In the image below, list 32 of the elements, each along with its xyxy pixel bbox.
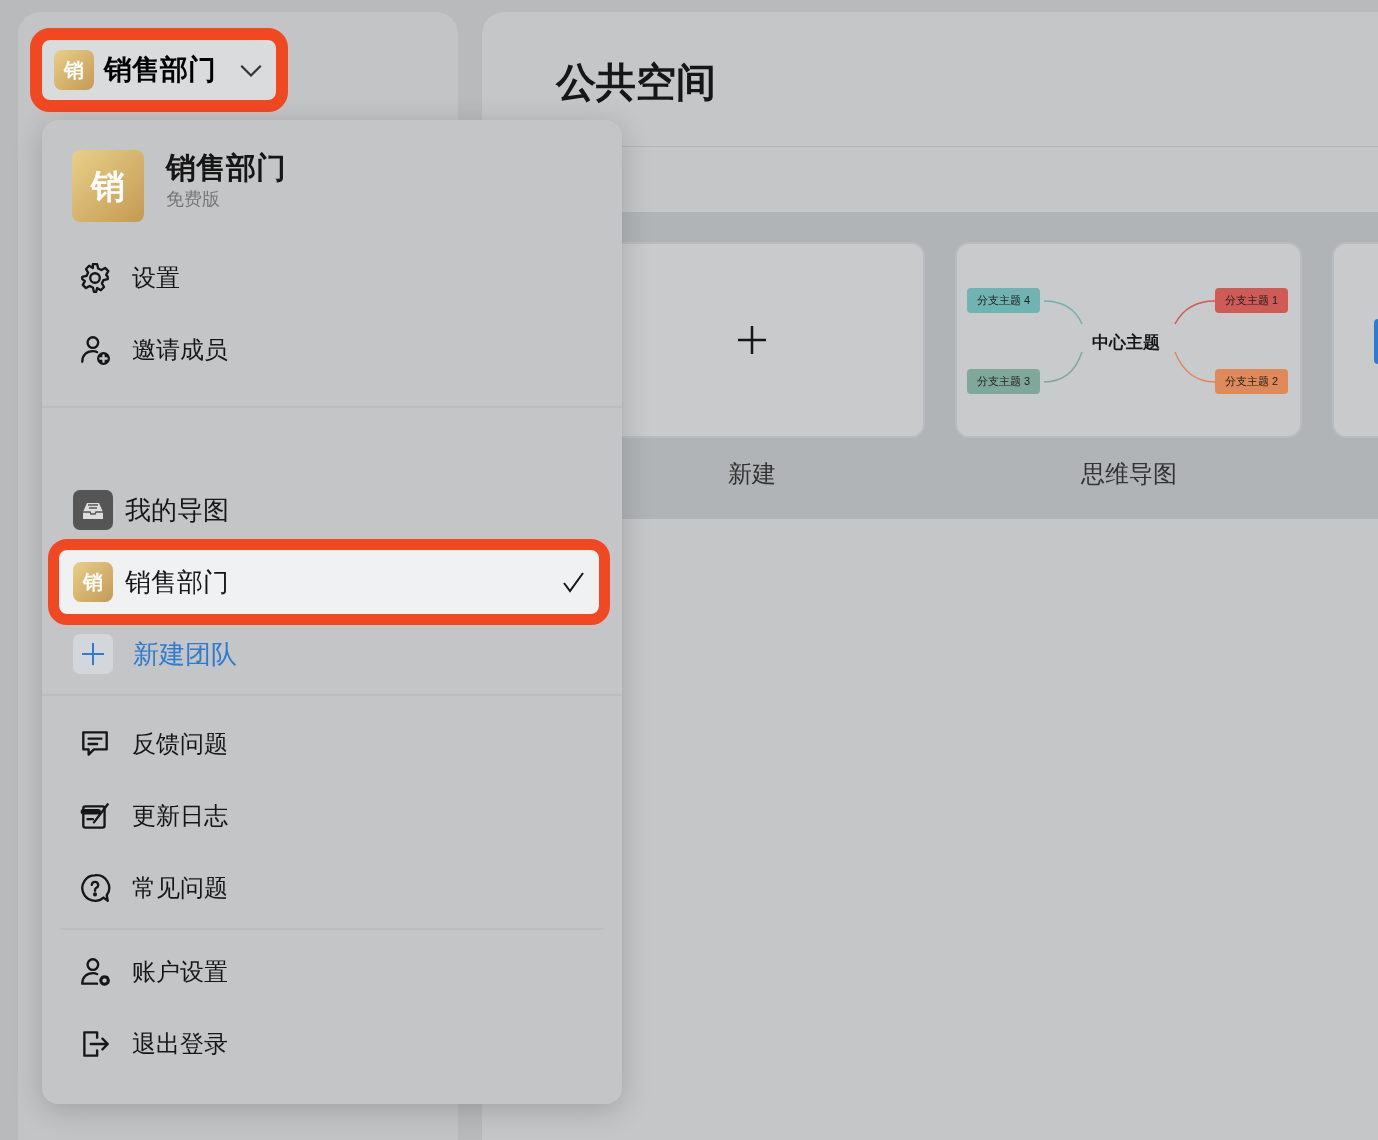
team-logo: 销 bbox=[73, 562, 113, 602]
menu-item[interactable]: 退出登录 bbox=[42, 1008, 622, 1080]
branch-topic: 分支主题 2 bbox=[1215, 369, 1289, 394]
team-name: 销售部门 bbox=[166, 150, 286, 186]
plus-icon bbox=[735, 324, 768, 356]
branch-topic: 分支主题 1 bbox=[1215, 288, 1289, 313]
menu-item[interactable]: 常见问题 bbox=[42, 852, 622, 924]
template-label: 思维导图 bbox=[1080, 459, 1177, 489]
center-topic: 中心主题 bbox=[1092, 332, 1160, 354]
help-icon bbox=[78, 871, 112, 905]
person-gear-icon bbox=[78, 955, 112, 989]
menu-item[interactable]: 账户设置 bbox=[42, 936, 622, 1008]
template-card[interactable] bbox=[1332, 242, 1378, 438]
menu-item[interactable]: 邀请成员 bbox=[42, 314, 622, 386]
page-title: 公共空间 bbox=[556, 59, 717, 106]
add-person-icon bbox=[78, 333, 112, 367]
team-logo: 销 bbox=[72, 150, 144, 222]
branch-topic: 分支主题 4 bbox=[967, 288, 1041, 313]
team-name: 销售部门 bbox=[104, 53, 216, 87]
menu-item[interactable]: 反馈问题 bbox=[42, 708, 622, 780]
inbox-icon bbox=[73, 490, 113, 530]
menu-item[interactable]: 设置 bbox=[42, 242, 622, 314]
plus-icon bbox=[73, 634, 113, 674]
settings-icon bbox=[78, 261, 112, 295]
team-logo: 销 bbox=[54, 50, 94, 90]
workspace-item[interactable]: 我的导图 bbox=[59, 478, 599, 542]
template-card[interactable]: 分支主题 4 分支主题 1 中心主题 分支主题 3 分支主题 2 bbox=[955, 242, 1302, 438]
plan-label: 免费版 bbox=[166, 188, 221, 211]
checkmark-icon bbox=[561, 570, 585, 594]
menu-item[interactable]: 更新日志 bbox=[42, 780, 622, 852]
branch-topic: 分支主题 3 bbox=[967, 369, 1041, 394]
template-label: 新建 bbox=[727, 459, 776, 489]
